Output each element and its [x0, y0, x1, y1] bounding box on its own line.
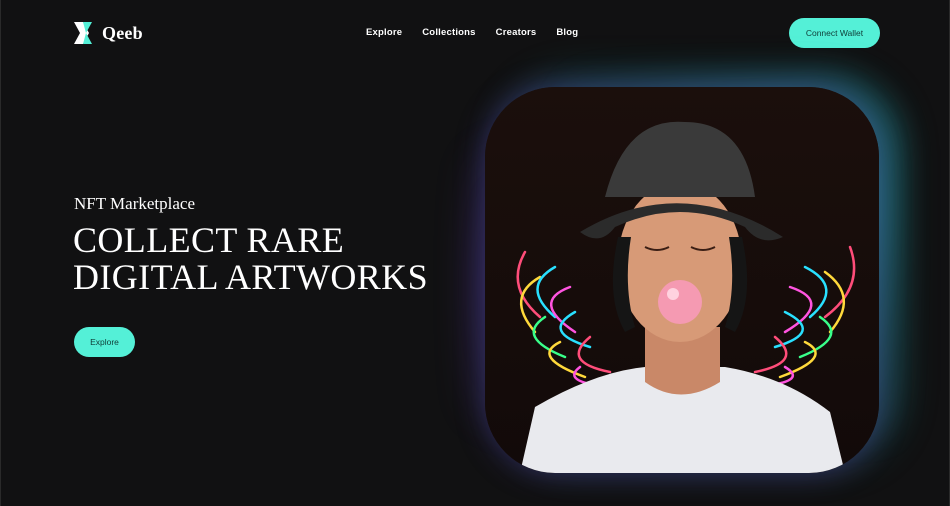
brand-name: Qeeb — [102, 22, 143, 43]
hero-explore-button[interactable]: Explore — [74, 327, 135, 357]
connect-wallet-button[interactable]: Connect Wallet — [789, 18, 880, 48]
headline-line-2: DIGITAL ARTWORKS — [73, 257, 428, 297]
brand-logo[interactable]: Qeeb — [74, 22, 143, 44]
hero-headline: COLLECT RARE DIGITAL ARTWORKS — [73, 222, 453, 296]
main-nav: Explore Collections Creators Blog — [366, 27, 578, 38]
nav-item-creators[interactable]: Creators — [496, 27, 537, 38]
nav-item-explore[interactable]: Explore — [366, 27, 402, 38]
hero-kicker: NFT Marketplace — [74, 194, 196, 213]
nav-item-blog[interactable]: Blog — [556, 27, 578, 38]
nav-item-collections[interactable]: Collections — [422, 27, 475, 38]
qeeb-logo-icon — [74, 22, 94, 44]
page-frame: Qeeb Explore Collections Creators Blog C… — [0, 0, 950, 506]
nft-artwork-image — [485, 87, 879, 473]
headline-line-1: COLLECT RARE — [73, 220, 345, 260]
